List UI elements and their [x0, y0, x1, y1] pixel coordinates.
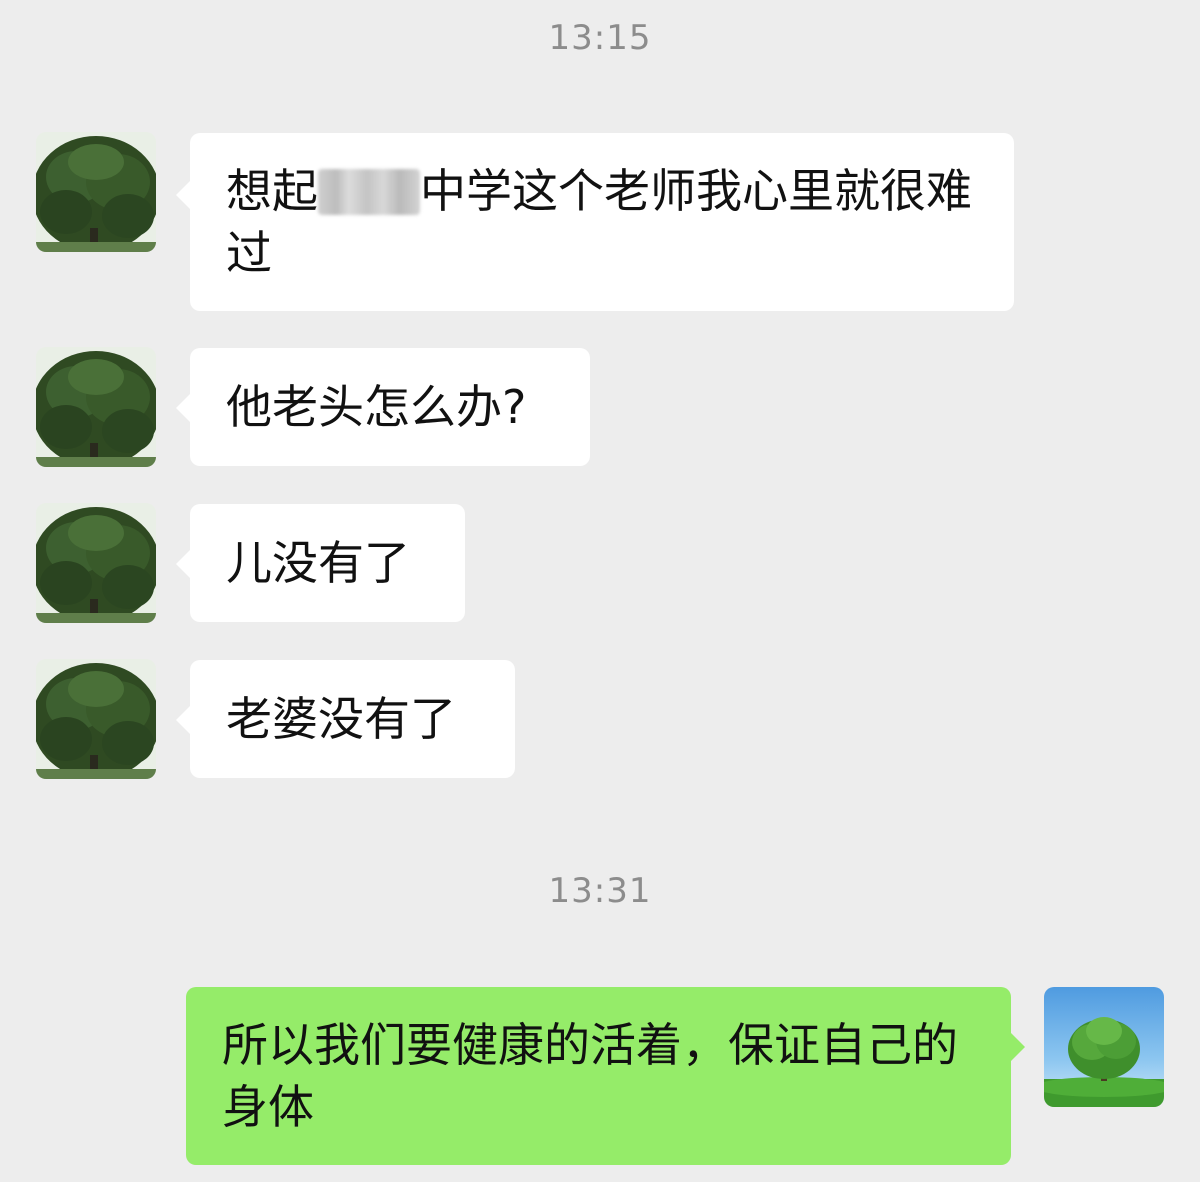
- tree-avatar-icon: [36, 347, 156, 467]
- tree-avatar-icon: [36, 503, 156, 623]
- redacted-blur: [318, 169, 420, 215]
- contact-avatar[interactable]: [36, 659, 156, 779]
- timestamp-1315: 13:15: [548, 18, 652, 58]
- bubble-tail: [176, 706, 190, 734]
- tree-sky-avatar-icon: [1044, 987, 1164, 1107]
- bubble-tail: [176, 181, 190, 209]
- contact-avatar[interactable]: [36, 132, 156, 252]
- contact-avatar[interactable]: [36, 503, 156, 623]
- tree-avatar-icon: [36, 132, 156, 252]
- message-bubble-incoming[interactable]: 想起 中学这个老师我心里就很难过: [176, 133, 1014, 311]
- message-text: 想起: [226, 164, 318, 218]
- message-text: 儿没有了: [226, 536, 410, 590]
- my-avatar[interactable]: [1044, 987, 1164, 1107]
- message-bubble-incoming[interactable]: 儿没有了: [176, 504, 465, 622]
- message-text: 老婆没有了: [226, 692, 456, 746]
- message-text: 所以我们要健康的活着，保证自己的身体: [222, 1018, 958, 1134]
- contact-avatar[interactable]: [36, 347, 156, 467]
- message-text: 他老头怎么办?: [226, 380, 527, 434]
- message-bubble-outgoing[interactable]: 所以我们要健康的活着，保证自己的身体: [186, 987, 1025, 1165]
- bubble-tail: [176, 550, 190, 578]
- message-bubble-incoming[interactable]: 老婆没有了: [176, 660, 515, 778]
- bubble-tail: [176, 394, 190, 422]
- timestamp-1331: 13:31: [548, 871, 652, 911]
- tree-avatar-icon: [36, 659, 156, 779]
- bubble-tail: [1011, 1033, 1025, 1061]
- message-bubble-incoming[interactable]: 他老头怎么办?: [176, 348, 590, 466]
